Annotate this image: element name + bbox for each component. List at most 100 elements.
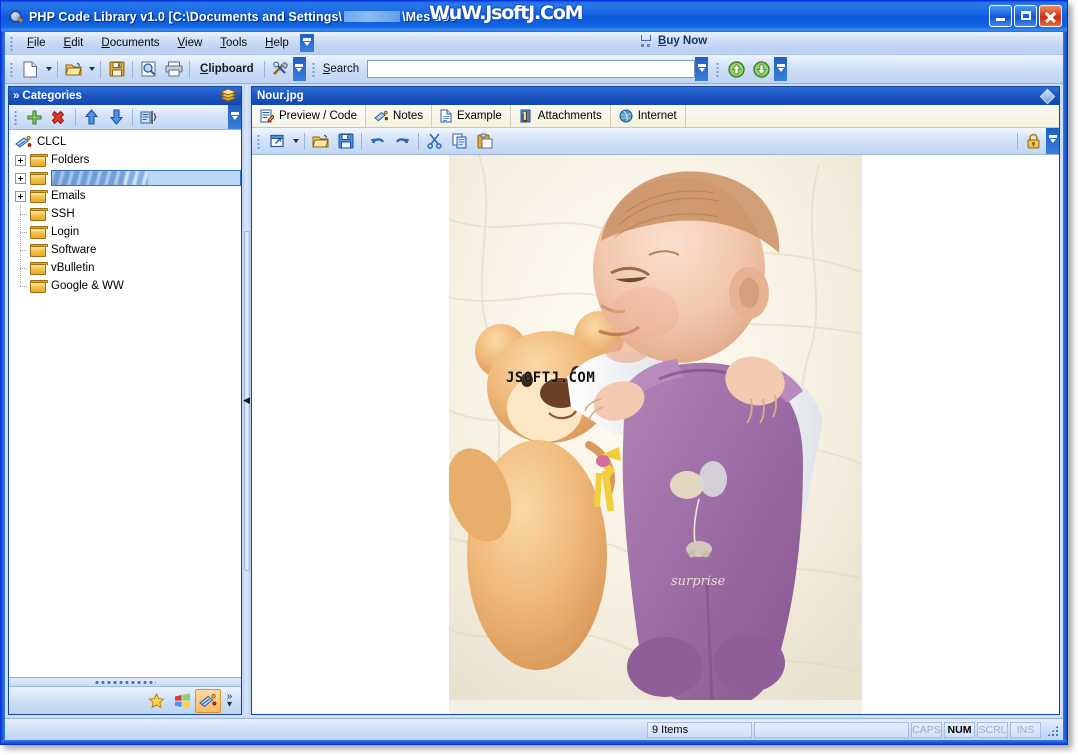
document-tabstrip: Preview / Code Notes Example Attachments…: [252, 105, 1059, 128]
new-document-dropdown[interactable]: [43, 58, 54, 80]
redo-button[interactable]: [390, 129, 415, 153]
tree-item-emails[interactable]: Emails: [9, 187, 241, 205]
save-button[interactable]: [104, 57, 129, 81]
category-properties-button[interactable]: [136, 105, 161, 129]
maximize-button[interactable]: [1014, 5, 1037, 27]
undo-arrow-icon: [370, 137, 385, 144]
undo-button[interactable]: [365, 129, 390, 153]
search-toolbar-overflow-button[interactable]: [695, 57, 709, 81]
categories-toolbar: [9, 105, 241, 130]
nav-next-button[interactable]: [749, 57, 774, 81]
tree-item-ssh[interactable]: SSH: [9, 205, 241, 223]
tree-item-google-ww[interactable]: Google & WW: [9, 277, 241, 295]
tab-example[interactable]: Example: [432, 105, 511, 127]
menu-bar: File Edit Documents View Tools Help Buy …: [5, 32, 1063, 55]
save-disk-icon: [338, 133, 353, 149]
new-document-button[interactable]: [18, 57, 43, 81]
tree-item-label: Google & WW: [51, 280, 124, 292]
menu-file[interactable]: File: [18, 34, 55, 52]
tree-item-login[interactable]: Login: [9, 223, 241, 241]
menu-overflow-button[interactable]: [299, 34, 314, 52]
chevron-left-icon[interactable]: ◀: [243, 396, 250, 405]
tree-expander-folders[interactable]: [15, 154, 26, 166]
document-open-button[interactable]: [308, 129, 333, 153]
document-toolbar-overflow-button[interactable]: [1046, 128, 1059, 154]
buy-now-button[interactable]: Buy Now: [639, 34, 707, 47]
categories-horizontal-splitter[interactable]: [9, 677, 241, 686]
close-button[interactable]: [1039, 5, 1062, 27]
add-category-button[interactable]: [22, 105, 47, 129]
copy-button[interactable]: [447, 129, 472, 153]
star-yellow-icon: [147, 692, 165, 708]
arrow-down-green-icon: [753, 60, 770, 78]
tab-notes[interactable]: Notes: [366, 105, 433, 127]
categories-toolbar-grip[interactable]: [12, 109, 19, 125]
toolbar-grip[interactable]: [8, 61, 15, 77]
move-category-up-button[interactable]: [79, 105, 104, 129]
document-toolbar-grip[interactable]: [255, 133, 262, 149]
favorites-button[interactable]: [143, 689, 169, 713]
vertical-splitter[interactable]: ◀: [242, 86, 251, 715]
categories-toolbar-overflow-button[interactable]: [228, 105, 241, 129]
open-dropdown[interactable]: [86, 58, 97, 80]
delete-category-button[interactable]: [47, 105, 72, 129]
print-button[interactable]: [161, 57, 186, 81]
clcl-button[interactable]: [195, 688, 221, 713]
tree-item-label: Emails: [51, 190, 86, 202]
menu-tools[interactable]: Tools: [211, 34, 256, 52]
tree-item-selected[interactable]: [9, 169, 241, 187]
cut-button[interactable]: [422, 129, 447, 153]
main-toolbar-overflow-button[interactable]: [292, 57, 306, 81]
menu-view[interactable]: View: [169, 34, 212, 52]
tree-item-software[interactable]: Software: [9, 241, 241, 259]
open-external-button[interactable]: [265, 129, 290, 153]
document-save-button[interactable]: [333, 129, 358, 153]
minimize-button[interactable]: [989, 5, 1012, 27]
lock-button[interactable]: [1021, 129, 1046, 153]
properties-icon: [140, 110, 157, 124]
search-toolbar-grip[interactable]: [309, 61, 317, 77]
tab-attachments[interactable]: Attachments: [511, 105, 611, 127]
print-preview-button[interactable]: [136, 57, 161, 81]
status-message: [754, 721, 909, 738]
tree-item-label-redacted: [51, 170, 241, 186]
tree-expander-emails[interactable]: [15, 190, 26, 202]
status-bar: 9 Items CAPS NUM SCRL INS: [5, 718, 1063, 740]
print-preview-icon: [141, 61, 155, 77]
tab-preview-code[interactable]: Preview / Code: [252, 105, 366, 127]
diamond-icon[interactable]: [1039, 88, 1056, 105]
tab-label: Attachments: [537, 110, 602, 122]
tree-item-vbulletin[interactable]: vBulletin: [9, 259, 241, 277]
tools-button[interactable]: [268, 57, 293, 81]
windows-button[interactable]: [169, 689, 195, 713]
move-category-down-button[interactable]: [104, 105, 129, 129]
paste-button[interactable]: [472, 129, 497, 153]
tree-expander-selected[interactable]: [15, 172, 26, 184]
open-external-dropdown[interactable]: [290, 130, 301, 152]
arrow-up-green-icon: [728, 60, 745, 78]
paste-clipboard-icon: [477, 133, 492, 149]
menu-documents[interactable]: Documents: [92, 34, 168, 52]
clipboard-button[interactable]: Clipboard: [193, 63, 261, 75]
open-button[interactable]: [61, 57, 86, 81]
tree-item-label: CLCL: [37, 136, 67, 148]
search-input[interactable]: [367, 60, 696, 78]
categories-footer: » ▾: [9, 686, 241, 714]
menu-grip[interactable]: [8, 35, 15, 51]
tree-item-folders[interactable]: Folders: [9, 151, 241, 169]
resize-grip-icon[interactable]: [1044, 722, 1060, 738]
menu-help[interactable]: Help: [256, 34, 298, 52]
toolbar-separator-5: [263, 60, 265, 78]
image-preview-area[interactable]: surprise JSOFTJ.COM: [252, 155, 1059, 714]
tree-item-clcl[interactable]: CLCL: [9, 133, 241, 151]
tree-item-label: Software: [51, 244, 97, 256]
more-panels-button[interactable]: » ▾: [221, 690, 238, 712]
printer-icon: [165, 61, 182, 77]
categories-tree[interactable]: CLCL Folders Emails SSH Login Software v…: [9, 130, 241, 677]
tab-internet[interactable]: Internet: [611, 105, 686, 127]
nav-toolbar-grip[interactable]: [714, 61, 722, 77]
folder-icon: [30, 153, 48, 167]
nav-toolbar-overflow-button[interactable]: [774, 57, 788, 81]
menu-edit[interactable]: Edit: [55, 34, 93, 52]
nav-previous-button[interactable]: [724, 57, 749, 81]
